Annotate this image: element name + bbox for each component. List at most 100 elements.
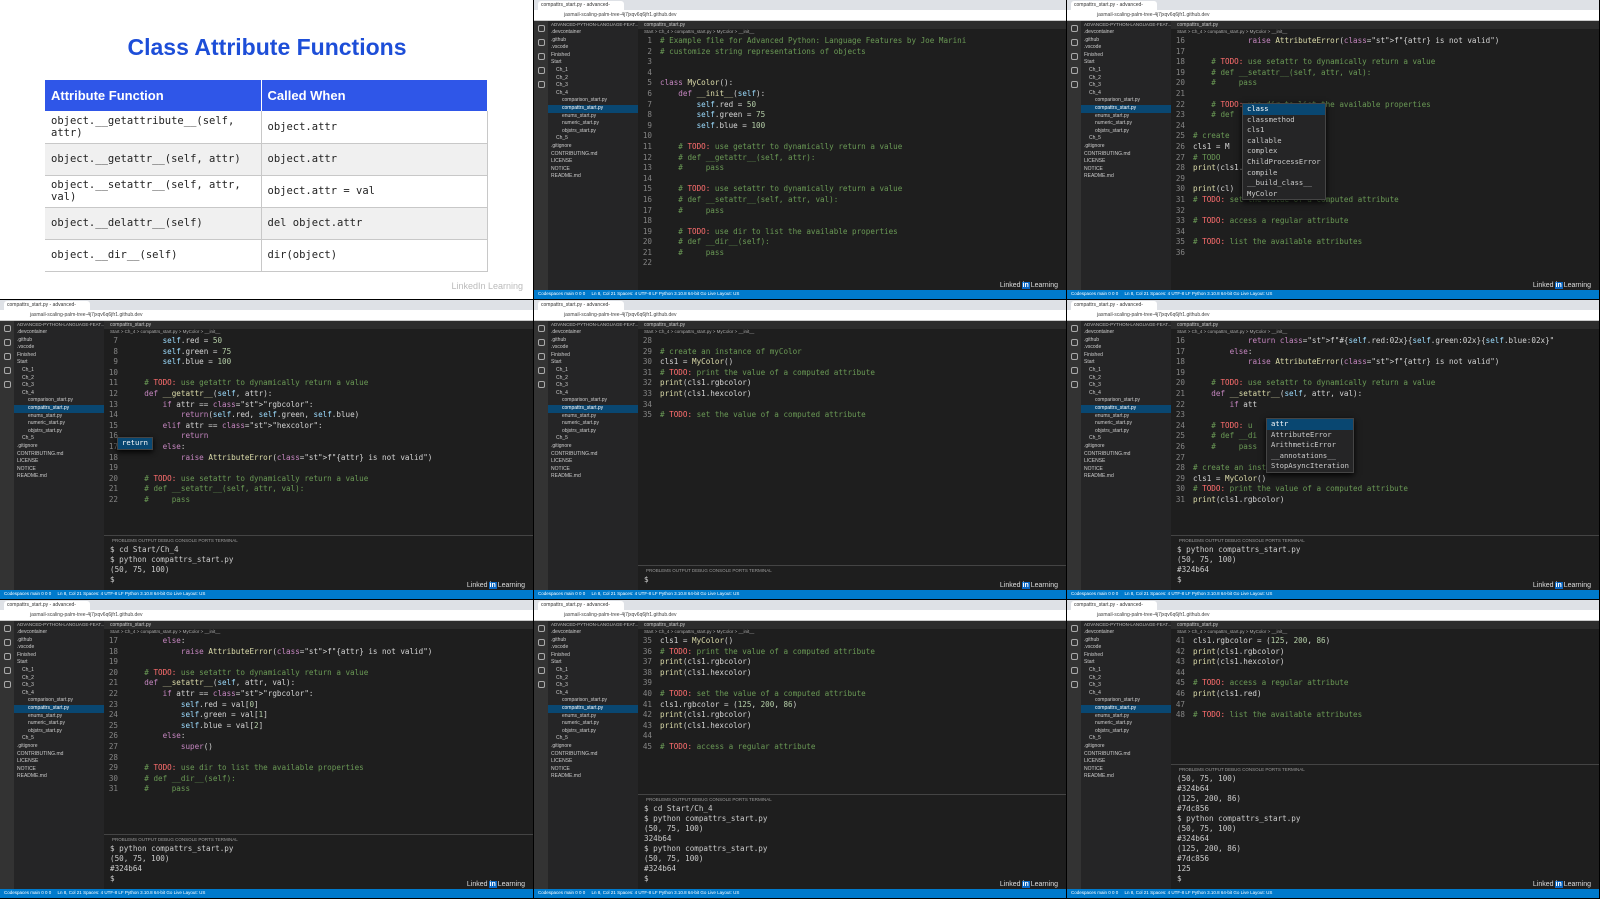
- code-text[interactable]: [1193, 227, 1599, 238]
- code-line[interactable]: 32: [1171, 206, 1599, 217]
- code-text[interactable]: print(cls1.rgbcolor): [660, 710, 1066, 721]
- search-icon[interactable]: [537, 639, 545, 646]
- file-tree-item[interactable]: Ch_4: [1081, 390, 1171, 398]
- code-line[interactable]: 17 else:: [104, 636, 533, 647]
- search-icon[interactable]: [1070, 639, 1078, 646]
- file-tree-item[interactable]: .gitignore: [548, 143, 638, 151]
- code-text[interactable]: return(self.red, self.green, self.blue): [126, 410, 533, 421]
- code-line[interactable]: 29: [1171, 174, 1599, 185]
- code-text[interactable]: cls1.rgbcolor = (125, 200, 86): [1193, 636, 1599, 647]
- code-text[interactable]: [660, 68, 1066, 79]
- code-text[interactable]: # TODO: print the value of a computed at…: [1193, 484, 1599, 495]
- file-tree-item[interactable]: numeric_start.py: [1081, 420, 1171, 428]
- file-tree-item[interactable]: Ch_2: [14, 375, 104, 383]
- code-text[interactable]: if attr == class="st">"rgbcolor":: [126, 689, 533, 700]
- code-text[interactable]: # create an instance of myColor: [660, 347, 1066, 358]
- file-tree-item[interactable]: Finished: [548, 52, 638, 60]
- code-text[interactable]: [1193, 47, 1599, 58]
- editor-tab[interactable]: compattrs_start.py: [1171, 321, 1599, 329]
- file-tree-item[interactable]: compattrs_start.py: [1081, 104, 1171, 113]
- file-tree-item[interactable]: compattrs_start.py: [548, 704, 638, 713]
- code-text[interactable]: cls1.rgbcolor = (125, 200, 86): [660, 700, 1066, 711]
- file-tree-item[interactable]: compattrs_start.py: [548, 404, 638, 413]
- file-tree-item[interactable]: Ch_4: [1081, 690, 1171, 698]
- address-bar[interactable]: jasmail-scaling-palm-tree-4j7jxqv6q6jfr1…: [534, 610, 1066, 621]
- file-tree-item[interactable]: Ch_2: [1081, 75, 1171, 83]
- code-line[interactable]: 18 raise AttributeError(class="st">f"{at…: [104, 647, 533, 658]
- autocomplete-item[interactable]: MyColor: [1243, 189, 1325, 200]
- code-line[interactable]: 22: [638, 258, 1066, 269]
- code-line[interactable]: 41 cls1.rgbcolor = (125, 200, 86): [638, 700, 1066, 711]
- file-tree-item[interactable]: CONTRIBUTING.md: [14, 751, 104, 759]
- code-text[interactable]: # TODO: use setattr to dynamically retur…: [126, 474, 533, 485]
- file-tree-item[interactable]: .devcontainer: [548, 29, 638, 37]
- code-text[interactable]: # def __getattr__(self, attr):: [660, 153, 1066, 164]
- code-text[interactable]: # pass: [660, 163, 1066, 174]
- code-line[interactable]: 30 cls1 = MyColor(): [638, 357, 1066, 368]
- code-line[interactable]: 43 print(cls1.hexcolor): [638, 721, 1066, 732]
- code-line[interactable]: 29 cls1 = MyColor(): [1171, 474, 1599, 485]
- file-tree-item[interactable]: CONTRIBUTING.md: [1081, 751, 1171, 759]
- autocomplete-popup[interactable]: attr AttributeError ArithmeticError __annot…: [1266, 418, 1354, 473]
- code-text[interactable]: [660, 57, 1066, 68]
- code-line[interactable]: 36 # TODO: print the value of a computed …: [638, 647, 1066, 658]
- file-tree-item[interactable]: README.md: [1081, 473, 1171, 481]
- code-text[interactable]: [1193, 206, 1599, 217]
- code-line[interactable]: 9 self.blue = 100: [104, 357, 533, 368]
- file-tree-item[interactable]: Ch_5: [14, 735, 104, 743]
- address-bar[interactable]: jasmail-scaling-palm-tree-4j7jxqv6q6jfr1…: [0, 610, 533, 621]
- source-control-icon[interactable]: [1070, 353, 1078, 360]
- file-tree-item[interactable]: numeric_start.py: [548, 420, 638, 428]
- code-line[interactable]: 25 # def __di: [1171, 431, 1599, 442]
- code-line[interactable]: 2 # customize string representations of o…: [638, 47, 1066, 58]
- browser-tab[interactable]: compattrs_start.py - advanced-: [538, 600, 624, 610]
- search-icon[interactable]: [537, 39, 545, 46]
- code-line[interactable]: 26 else:: [104, 731, 533, 742]
- file-tree-item[interactable]: NOTICE: [1081, 766, 1171, 774]
- autocomplete-item[interactable]: AttributeError: [1267, 430, 1353, 441]
- panel-tabs[interactable]: PROBLEMS OUTPUT DEBUG CONSOLE PORTS TERM…: [638, 566, 1066, 575]
- code-line[interactable]: 15 # TODO: use setattr to dynamically re…: [638, 184, 1066, 195]
- code-line[interactable]: 14 return(self.red, self.green, self.blu…: [104, 410, 533, 421]
- file-tree-item[interactable]: Finished: [1081, 52, 1171, 60]
- code-text[interactable]: cls1 = MyColor(): [1193, 474, 1599, 485]
- file-tree-item[interactable]: enums_start.py: [14, 413, 104, 421]
- code-text[interactable]: print(cls1.rgbcolor): [660, 378, 1066, 389]
- browser-tab[interactable]: compattrs_start.py - advanced-: [1071, 300, 1157, 310]
- panel-tabs[interactable]: PROBLEMS OUTPUT DEBUG CONSOLE PORTS TERM…: [104, 835, 533, 844]
- code-line[interactable]: 16 return class="st">f"#{self.red:02x}{s…: [1171, 336, 1599, 347]
- code-line[interactable]: 29 # create an instance of myColor: [638, 347, 1066, 358]
- code-line[interactable]: 30 # def __dir__(self):: [104, 774, 533, 785]
- file-tree-item[interactable]: Ch_2: [1081, 675, 1171, 683]
- file-tree-item[interactable]: enums_start.py: [548, 113, 638, 121]
- code-line[interactable]: 46 print(cls1.red): [1171, 689, 1599, 700]
- code-line[interactable]: 20 # def __dir__(self):: [638, 237, 1066, 248]
- file-tree-item[interactable]: Ch_1: [548, 67, 638, 75]
- extensions-icon[interactable]: [537, 381, 545, 388]
- run-debug-icon[interactable]: [537, 367, 545, 374]
- extensions-icon[interactable]: [537, 81, 545, 88]
- code-line[interactable]: 17 else:: [1171, 347, 1599, 358]
- file-tree-item[interactable]: .github: [548, 637, 638, 645]
- code-text[interactable]: raise AttributeError(class="st">f"{attr}…: [126, 453, 533, 464]
- code-lines[interactable]: 28 29 # create an instance of myColor 30 cls…: [638, 336, 1066, 421]
- file-tree-item[interactable]: .vscode: [548, 344, 638, 352]
- file-tree-item[interactable]: objstrs_start.py: [548, 128, 638, 136]
- code-text[interactable]: print(cls1.rgbcolor): [660, 657, 1066, 668]
- file-tree-item[interactable]: Ch_3: [1081, 682, 1171, 690]
- code-line[interactable]: 36: [1171, 248, 1599, 259]
- file-tree-item[interactable]: LICENSE: [14, 458, 104, 466]
- file-tree-item[interactable]: comparison_start.py: [1081, 697, 1171, 705]
- source-control-icon[interactable]: [537, 53, 545, 60]
- panel-tabs[interactable]: PROBLEMS OUTPUT DEBUG CONSOLE PORTS TERM…: [1171, 765, 1599, 774]
- code-line[interactable]: 43 print(cls1.hexcolor): [1171, 657, 1599, 668]
- file-tree-item[interactable]: LICENSE: [1081, 158, 1171, 166]
- code-text[interactable]: super(): [126, 742, 533, 753]
- code-line[interactable]: 20 # TODO: use setattr to dynamically re…: [104, 474, 533, 485]
- code-text[interactable]: # TODO: print the value of a computed at…: [660, 368, 1066, 379]
- code-line[interactable]: 19: [104, 463, 533, 474]
- code-line[interactable]: 22 if attr == class="st">"rgbcolor":: [104, 689, 533, 700]
- file-tree-item[interactable]: LICENSE: [1081, 458, 1171, 466]
- code-line[interactable]: 28: [638, 336, 1066, 347]
- code-line[interactable]: 13 if attr == class="st">"rgbcolor":: [104, 400, 533, 411]
